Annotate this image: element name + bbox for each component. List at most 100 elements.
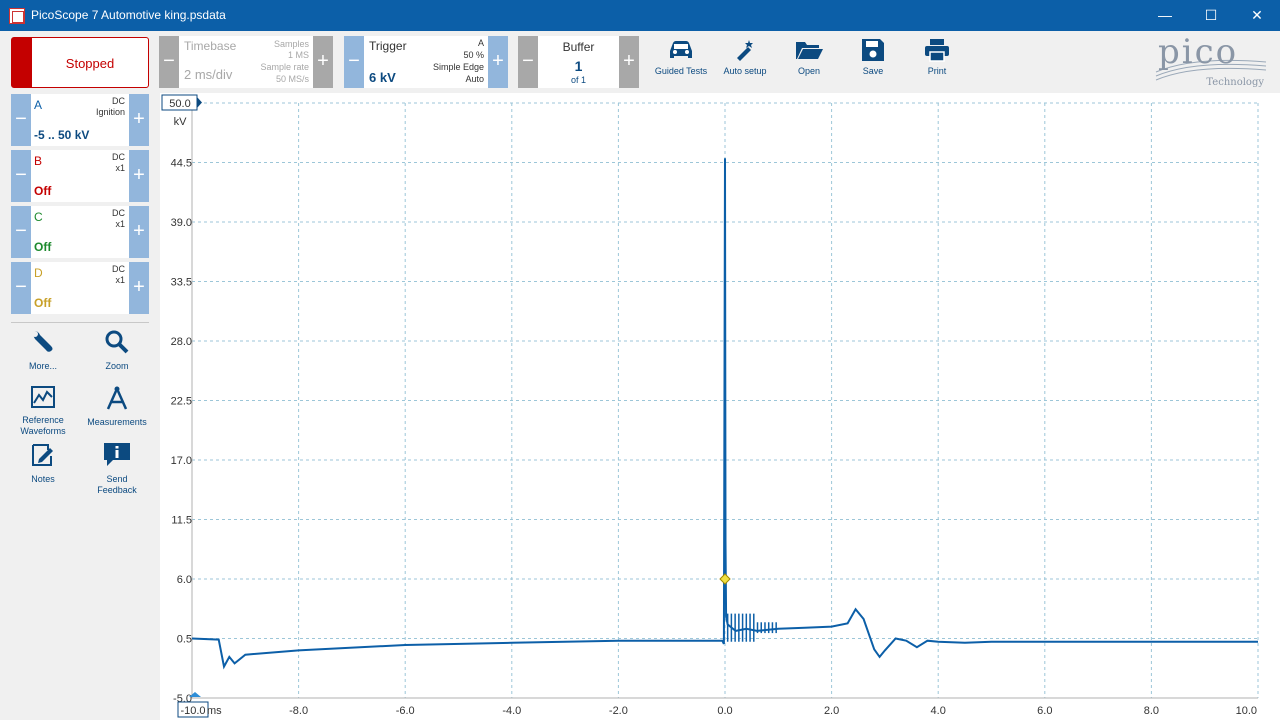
- x-tick-label: -2.0: [609, 705, 628, 717]
- channel-b-name: B: [34, 154, 43, 168]
- trigger-label: Trigger: [369, 39, 407, 53]
- reference-waveform-icon: [31, 386, 55, 408]
- trigger-percent: 50 %: [463, 50, 484, 60]
- reference-waveforms-button[interactable]: Reference Waveforms: [13, 385, 73, 437]
- samples-label: Samples: [273, 39, 309, 49]
- notes-button[interactable]: Notes: [13, 442, 73, 485]
- auto-setup-label: Auto setup: [723, 66, 767, 76]
- close-button[interactable]: ✕: [1234, 0, 1280, 31]
- run-state-indicator: [12, 38, 32, 87]
- magic-wand-icon: [737, 40, 753, 61]
- x-tick-label: 6.0: [1037, 705, 1052, 717]
- notes-icon: [32, 444, 53, 466]
- channel-c-decrease-button[interactable]: −: [11, 206, 31, 258]
- y-tick-label: 39.0: [171, 217, 192, 229]
- channel-d-coupling: DC x1: [112, 264, 125, 285]
- trigger-mode: Auto: [465, 74, 484, 84]
- send-feedback-button[interactable]: Send Feedback: [87, 442, 147, 496]
- more-button[interactable]: More...: [13, 329, 73, 372]
- run-state-label: Stopped: [65, 56, 115, 71]
- channel-d-name: D: [34, 266, 43, 280]
- channel-b-decrease-button[interactable]: −: [11, 150, 31, 202]
- scope-plot[interactable]: 44.539.033.528.022.517.011.56.00.5-5.0-8…: [160, 93, 1280, 720]
- channel-c: − C DC x1 Off +: [11, 206, 149, 258]
- timebase-value: 2 ms/div: [184, 67, 233, 82]
- save-icon: [862, 39, 884, 61]
- pico-technology-logo: pico Technology: [1154, 32, 1268, 88]
- zoom-label: Zoom: [105, 361, 129, 371]
- buffer-count: of 1: [570, 75, 586, 85]
- feedback-icon: [104, 443, 130, 466]
- y-tick-label: 0.5: [177, 634, 192, 646]
- save-button[interactable]: Save: [848, 38, 898, 76]
- channel-a-name: A: [34, 98, 43, 112]
- window-title: PicoScope 7 Automotive king.psdata: [31, 8, 226, 22]
- buffer-decrease-button[interactable]: −: [518, 36, 538, 88]
- zoom-button[interactable]: Zoom: [87, 329, 147, 372]
- channel-c-coupling: DC x1: [112, 208, 125, 229]
- channel-c-increase-button[interactable]: +: [129, 206, 149, 258]
- channel-d-range: Off: [34, 296, 52, 310]
- channel-a-increase-button[interactable]: +: [129, 94, 149, 146]
- channel-c-range: Off: [34, 240, 52, 254]
- y-tick-label: 17.0: [171, 455, 192, 467]
- y-scale-top-marker[interactable]: 50.0: [161, 94, 202, 111]
- trigger-type: Simple Edge: [432, 62, 484, 72]
- channel-b-increase-button[interactable]: +: [129, 150, 149, 202]
- buffer-increase-button[interactable]: +: [619, 36, 639, 88]
- scope-view[interactable]: 44.5 39.0 33.5 28.0 22.5 17.0 11.5 6.0 0.5 -5.0 -8…: [160, 93, 1280, 720]
- measurement-icon: [106, 386, 128, 410]
- sample-rate-label: Sample rate: [260, 62, 309, 72]
- trigger-decrease-button[interactable]: −: [344, 36, 364, 88]
- trigger-marker[interactable]: [719, 573, 731, 585]
- channel-a-panel[interactable]: A DC Ignition -5 .. 50 kV: [31, 94, 129, 146]
- channel-d-panel[interactable]: D DC x1 Off: [31, 262, 129, 314]
- channel-c-panel[interactable]: C DC x1 Off: [31, 206, 129, 258]
- y-scale-top-value: 50.0: [169, 98, 190, 110]
- trigger-panel[interactable]: Trigger 6 kV A 50 % Simple Edge Auto: [364, 36, 488, 88]
- trigger-channel: A: [477, 38, 484, 48]
- run-stop-button[interactable]: Stopped: [11, 37, 149, 88]
- trace-ringing: [726, 613, 777, 642]
- timebase-panel[interactable]: Timebase 2 ms/div Samples 1 MS Sample ra…: [179, 36, 313, 88]
- channel-d-increase-button[interactable]: +: [129, 262, 149, 314]
- guided-tests-button[interactable]: Guided Tests: [650, 38, 712, 76]
- minimize-button[interactable]: —: [1142, 0, 1188, 31]
- x-unit-label: ms: [207, 705, 222, 717]
- save-label: Save: [862, 66, 884, 76]
- send-feedback-label: Send Feedback: [97, 474, 137, 495]
- measurements-label: Measurements: [87, 417, 147, 427]
- auto-setup-button[interactable]: Auto setup: [715, 38, 775, 76]
- buffer-panel: Buffer 1 of 1: [538, 36, 619, 88]
- trigger-value: 6 kV: [369, 70, 396, 85]
- x-tick-label: 2.0: [824, 705, 839, 717]
- y-tick-label: 33.5: [171, 277, 192, 289]
- y-tick-label: 22.5: [171, 396, 192, 408]
- open-button[interactable]: Open: [784, 38, 834, 76]
- sidebar-divider: [11, 322, 149, 323]
- x-scale-left-value: -10.0: [180, 705, 205, 717]
- sample-rate-value: 50 MS/s: [275, 74, 309, 84]
- x-tick-label: -4.0: [502, 705, 521, 717]
- app-icon: [9, 8, 25, 24]
- wrench-icon: [32, 331, 53, 352]
- print-button[interactable]: Print: [912, 38, 962, 76]
- samples-value: 1 MS: [287, 50, 309, 60]
- x-tick-label: 8.0: [1144, 705, 1159, 717]
- y-unit-label: kV: [174, 116, 188, 128]
- timebase-increase-button[interactable]: +: [313, 36, 333, 88]
- channel-d-decrease-button[interactable]: −: [11, 262, 31, 314]
- timebase-label: Timebase: [184, 39, 237, 53]
- measurements-button[interactable]: Measurements: [87, 385, 147, 428]
- trigger-increase-button[interactable]: +: [488, 36, 508, 88]
- notes-label: Notes: [31, 474, 55, 484]
- channel-b-panel[interactable]: B DC x1 Off: [31, 150, 129, 202]
- buffer-label: Buffer: [562, 40, 595, 54]
- magnifier-icon: [105, 330, 129, 354]
- maximize-button[interactable]: ☐: [1188, 0, 1234, 31]
- guided-tests-label: Guided Tests: [654, 66, 708, 76]
- channel-a-decrease-button[interactable]: −: [11, 94, 31, 146]
- y-tick-label: 28.0: [171, 336, 192, 348]
- timebase-decrease-button[interactable]: −: [159, 36, 179, 88]
- channel-a-coupling: DC Ignition: [95, 96, 125, 117]
